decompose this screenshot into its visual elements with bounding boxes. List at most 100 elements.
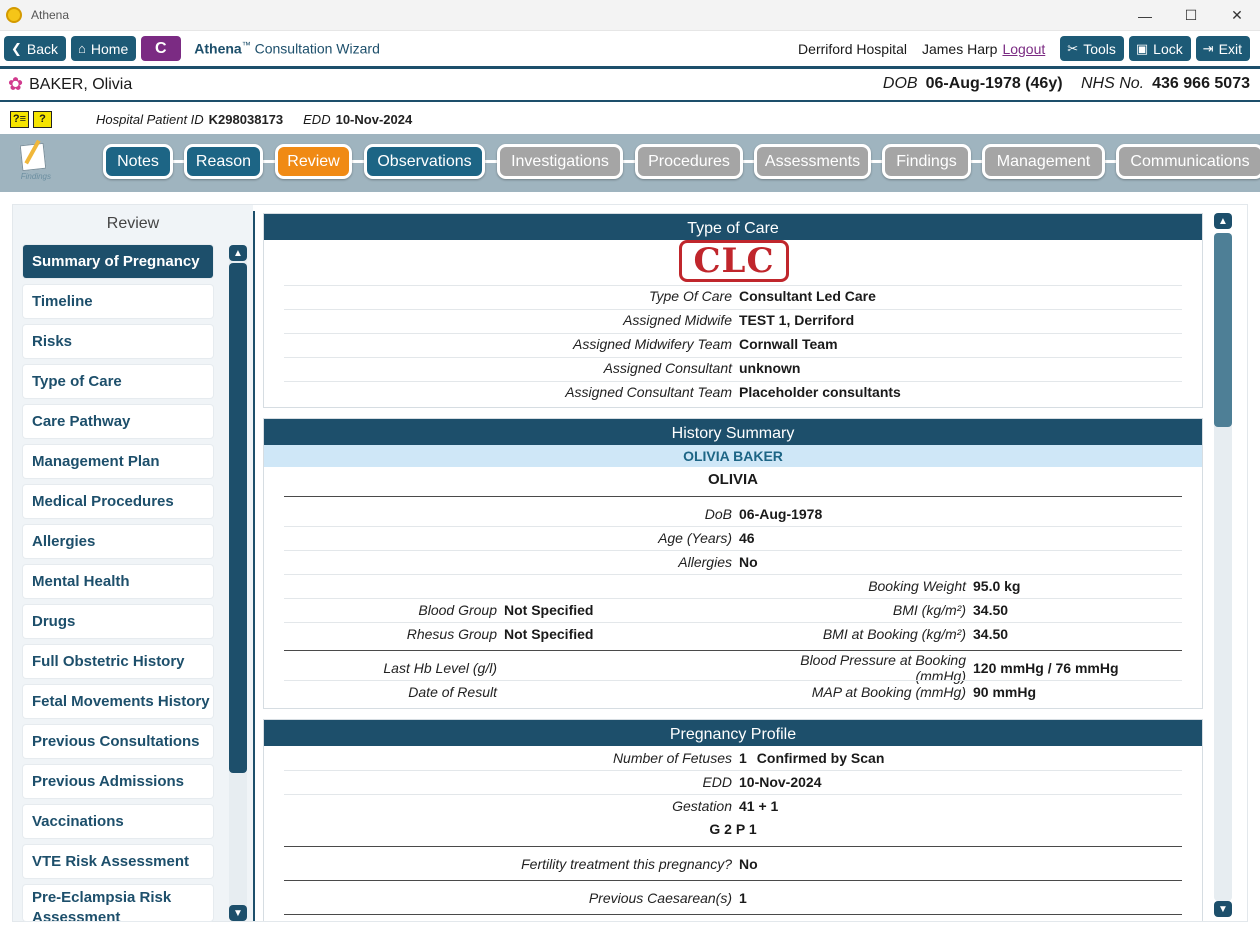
pregnancy-profile-section: Pregnancy Profile Number of Fetuses 1 Co… <box>263 719 1203 921</box>
main-toolbar: ❮ Back ⌂ Home C Athena™ Consultation Wiz… <box>0 31 1260 66</box>
row-label: Previous Caesarean(s) <box>588 890 732 906</box>
tab-procedures[interactable]: Procedures <box>635 144 743 179</box>
row-value: 41 + 1 <box>739 798 779 814</box>
row-value: No <box>739 554 758 570</box>
exit-button[interactable]: ⇥ Exit <box>1195 36 1250 61</box>
row-value: 120 mmHg / 76 mmHg <box>973 660 1119 676</box>
content-scroll-thumb[interactable] <box>1214 233 1232 427</box>
nav-item-mental-health[interactable]: Mental Health <box>23 565 213 598</box>
nav-item-timeline[interactable]: Timeline <box>23 285 213 318</box>
tools-label: Tools <box>1083 40 1116 57</box>
nav-item-management-plan[interactable]: Management Plan <box>23 445 213 478</box>
wizard-title: Athena™ Consultation Wizard <box>194 40 380 57</box>
tab-review[interactable]: Review <box>275 144 352 179</box>
fetuses-row: Number of Fetuses 1 Confirmed by Scan <box>264 746 1202 770</box>
row-label: BMI (kg/m²) <box>892 602 966 618</box>
edd-value: 10-Nov-2024 <box>335 111 413 127</box>
nav-item-allergies[interactable]: Allergies <box>23 525 213 558</box>
row-label: Last Hb Level (g/l) <box>383 660 497 676</box>
content-scroll-down-icon[interactable]: ▼ <box>1214 901 1232 917</box>
dob-row: DoB 06-Aug-1978 <box>264 502 1202 526</box>
content-scrollbar[interactable]: ▲ ▼ <box>1213 213 1233 921</box>
clc-stamp: CLC <box>679 240 789 282</box>
row-label: EDD <box>702 774 732 790</box>
nav-item-vte-risk-assessment[interactable]: VTE Risk Assessment <box>23 845 213 878</box>
home-button[interactable]: ⌂ Home <box>71 36 137 61</box>
lock-button[interactable]: ▣ Lock <box>1128 36 1191 61</box>
tab-assessments[interactable]: Assessments <box>754 144 871 179</box>
nav-item-fetal-movements-history[interactable]: Fetal Movements History <box>23 685 213 718</box>
logout-link[interactable]: Logout <box>1002 41 1045 57</box>
help-list-badge[interactable]: ?≡ <box>10 110 29 128</box>
nav-scroll-up-icon[interactable]: ▲ <box>229 245 247 261</box>
nav-scroll-thumb[interactable] <box>229 263 247 773</box>
section-divider <box>284 846 1182 847</box>
tab-findings[interactable]: Findings <box>882 144 971 179</box>
nav-item-summary-of-pregnancy[interactable]: Summary of Pregnancy <box>23 245 213 278</box>
nav-item-care-pathway[interactable]: Care Pathway <box>23 405 213 438</box>
tab-notes[interactable]: Notes <box>103 144 173 179</box>
tab-reason[interactable]: Reason <box>184 144 263 179</box>
tab-investigations[interactable]: Investigations <box>497 144 623 179</box>
nav-item-vaccinations[interactable]: Vaccinations <box>23 805 213 838</box>
maximize-button[interactable]: ☐ <box>1168 0 1214 31</box>
assigned-midwifery-team-row: Assigned Midwifery Team Cornwall Team <box>264 332 1202 356</box>
nav-scrollbar[interactable]: ▲ ▼ <box>229 245 247 921</box>
tab-management[interactable]: Management <box>982 144 1105 179</box>
nav-item-medical-procedures[interactable]: Medical Procedures <box>23 485 213 518</box>
section-divider <box>284 496 1182 497</box>
findings-notepad-icon[interactable]: Findings <box>15 142 51 188</box>
content-scroll-up-icon[interactable]: ▲ <box>1214 213 1232 229</box>
help-badge[interactable]: ? <box>33 110 52 128</box>
main-panel: Review Summary of Pregnancy Timeline Ris… <box>12 204 1248 922</box>
assigned-midwife-row: Assigned Midwife TEST 1, Derriford <box>264 308 1202 332</box>
minimize-button[interactable]: — <box>1122 0 1168 31</box>
nav-item-risks[interactable]: Risks <box>23 325 213 358</box>
patient-first-name: OLIVIA <box>707 471 758 488</box>
row-label: Allergies <box>678 554 732 570</box>
nav-item-pre-eclampsia-risk-assessment[interactable]: Pre-Eclampsia Risk Assessment <box>23 885 213 921</box>
tab-communications[interactable]: Communications <box>1116 144 1260 179</box>
row-label: MAP at Booking (mmHg) <box>811 684 966 700</box>
row-value: Consultant Led Care <box>739 288 876 304</box>
row-label: Age (Years) <box>658 530 732 546</box>
window-titlebar: Athena — ☐ ✕ <box>0 0 1260 31</box>
athena-app-icon <box>6 7 22 23</box>
row-value: 90 mmHg <box>973 684 1037 700</box>
wizard-brand: Athena <box>194 40 242 57</box>
tab-observations[interactable]: Observations <box>364 144 485 179</box>
c-button[interactable]: C <box>141 36 182 61</box>
row-value: unknown <box>739 360 801 376</box>
row-value: 1 <box>739 890 747 906</box>
lock-label: Lock <box>1153 40 1183 57</box>
row-label: Fertility treatment this pregnancy? <box>521 856 732 872</box>
pregnancy-edd-row: EDD 10-Nov-2024 <box>264 770 1202 794</box>
booking-weight-row: Booking Weight 95.0 kg <box>264 574 1202 598</box>
nav-item-previous-admissions[interactable]: Previous Admissions <box>23 765 213 798</box>
assigned-consultant-row: Assigned Consultant unknown <box>264 356 1202 380</box>
type-of-care-section: Type of Care CLC Type Of Care Consultant… <box>263 213 1203 408</box>
tools-button[interactable]: ✂ Tools <box>1060 36 1124 61</box>
nav-scroll-down-icon[interactable]: ▼ <box>229 905 247 921</box>
close-window-button[interactable]: ✕ <box>1214 0 1260 31</box>
nav-item-drugs[interactable]: Drugs <box>23 605 213 638</box>
dob-label: DOB <box>882 75 918 92</box>
hospital-id-label: Hospital Patient ID <box>96 111 204 127</box>
result-date-map-row: Date of Result MAP at Booking (mmHg) 90 … <box>264 680 1202 704</box>
hb-bp-row: Last Hb Level (g/l) Blood Pressure at Bo… <box>264 652 1202 684</box>
row-value: 46 <box>739 530 755 546</box>
dob-value: 06-Aug-1978 (46y) <box>925 75 1063 92</box>
row-label: Blood Group <box>418 602 497 618</box>
home-label: Home <box>90 40 129 57</box>
row-value: 06-Aug-1978 <box>739 506 823 522</box>
nav-item-type-of-care[interactable]: Type of Care <box>23 365 213 398</box>
row-label: Assigned Consultant Team <box>565 384 732 400</box>
back-button[interactable]: ❮ Back <box>4 36 67 61</box>
nav-item-previous-consultations[interactable]: Previous Consultations <box>23 725 213 758</box>
findings-icon-label: Findings <box>20 172 51 181</box>
row-label: Gestation <box>672 798 732 814</box>
row-value: 95.0 kg <box>973 578 1021 594</box>
nav-item-full-obstetric-history[interactable]: Full Obstetric History <box>23 645 213 678</box>
row-value: 1 <box>739 750 747 766</box>
patient-name: BAKER, Olivia <box>29 75 133 93</box>
